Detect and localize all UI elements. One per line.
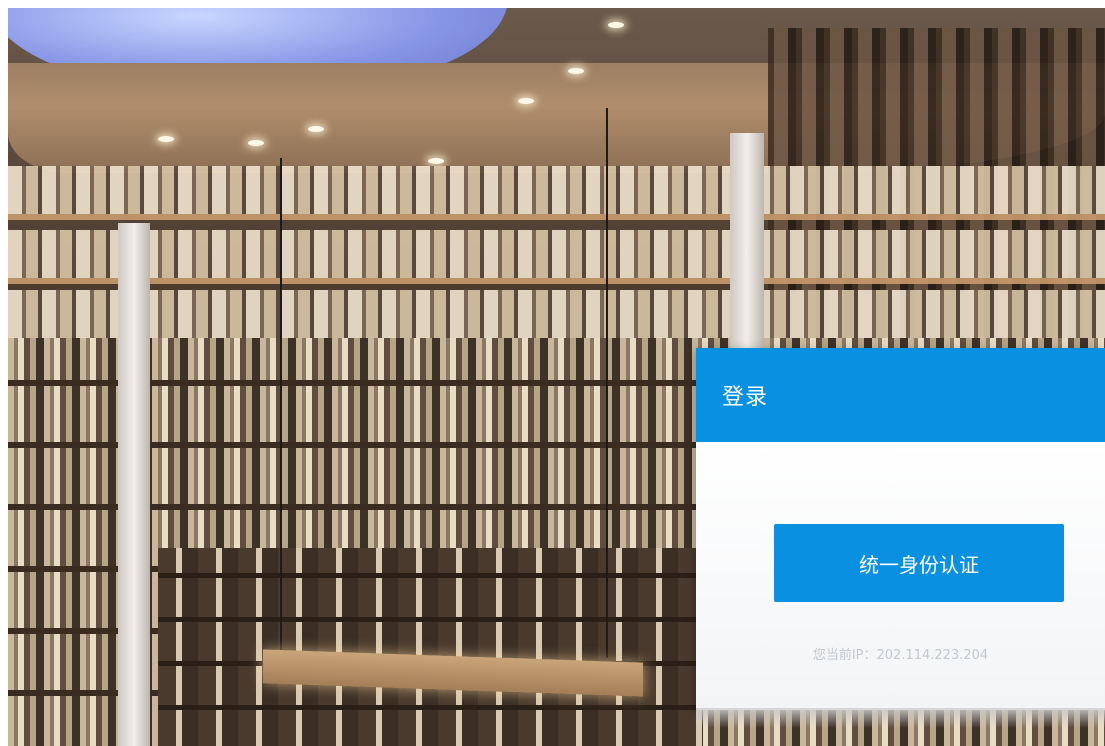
middle-shelf-row (8, 230, 1105, 284)
ceiling-light (308, 126, 324, 132)
ceiling-light (608, 22, 624, 28)
current-ip-value: 202.114.223.204 (876, 648, 989, 663)
upper-shelf-row (8, 166, 1105, 220)
login-body: 统一身份认证 您当前IP：202.114.223.204 (696, 442, 1105, 710)
ceiling-light (518, 98, 534, 104)
unified-auth-button[interactable]: 统一身份认证 (774, 524, 1064, 602)
hanging-wire (606, 108, 608, 658)
login-panel-shadow (696, 708, 1105, 728)
login-title: 登录 (722, 385, 769, 410)
ceiling-light (248, 140, 264, 146)
lower-shelf-row (8, 290, 1105, 344)
login-header: 登录 (696, 348, 1105, 442)
login-panel: 登录 统一身份认证 您当前IP：202.114.223.204 (696, 348, 1105, 710)
current-ip-line: 您当前IP：202.114.223.204 (696, 644, 1105, 663)
login-page: 登录 统一身份认证 您当前IP：202.114.223.204 (0, 0, 1105, 746)
hanging-wire (280, 158, 282, 658)
current-ip-label: 您当前IP： (812, 648, 877, 663)
ceiling-light (158, 136, 174, 142)
left-pillar (118, 223, 150, 746)
lower-bookcase-bay (158, 548, 703, 746)
ceiling-light (428, 158, 444, 164)
ceiling-light (568, 68, 584, 74)
